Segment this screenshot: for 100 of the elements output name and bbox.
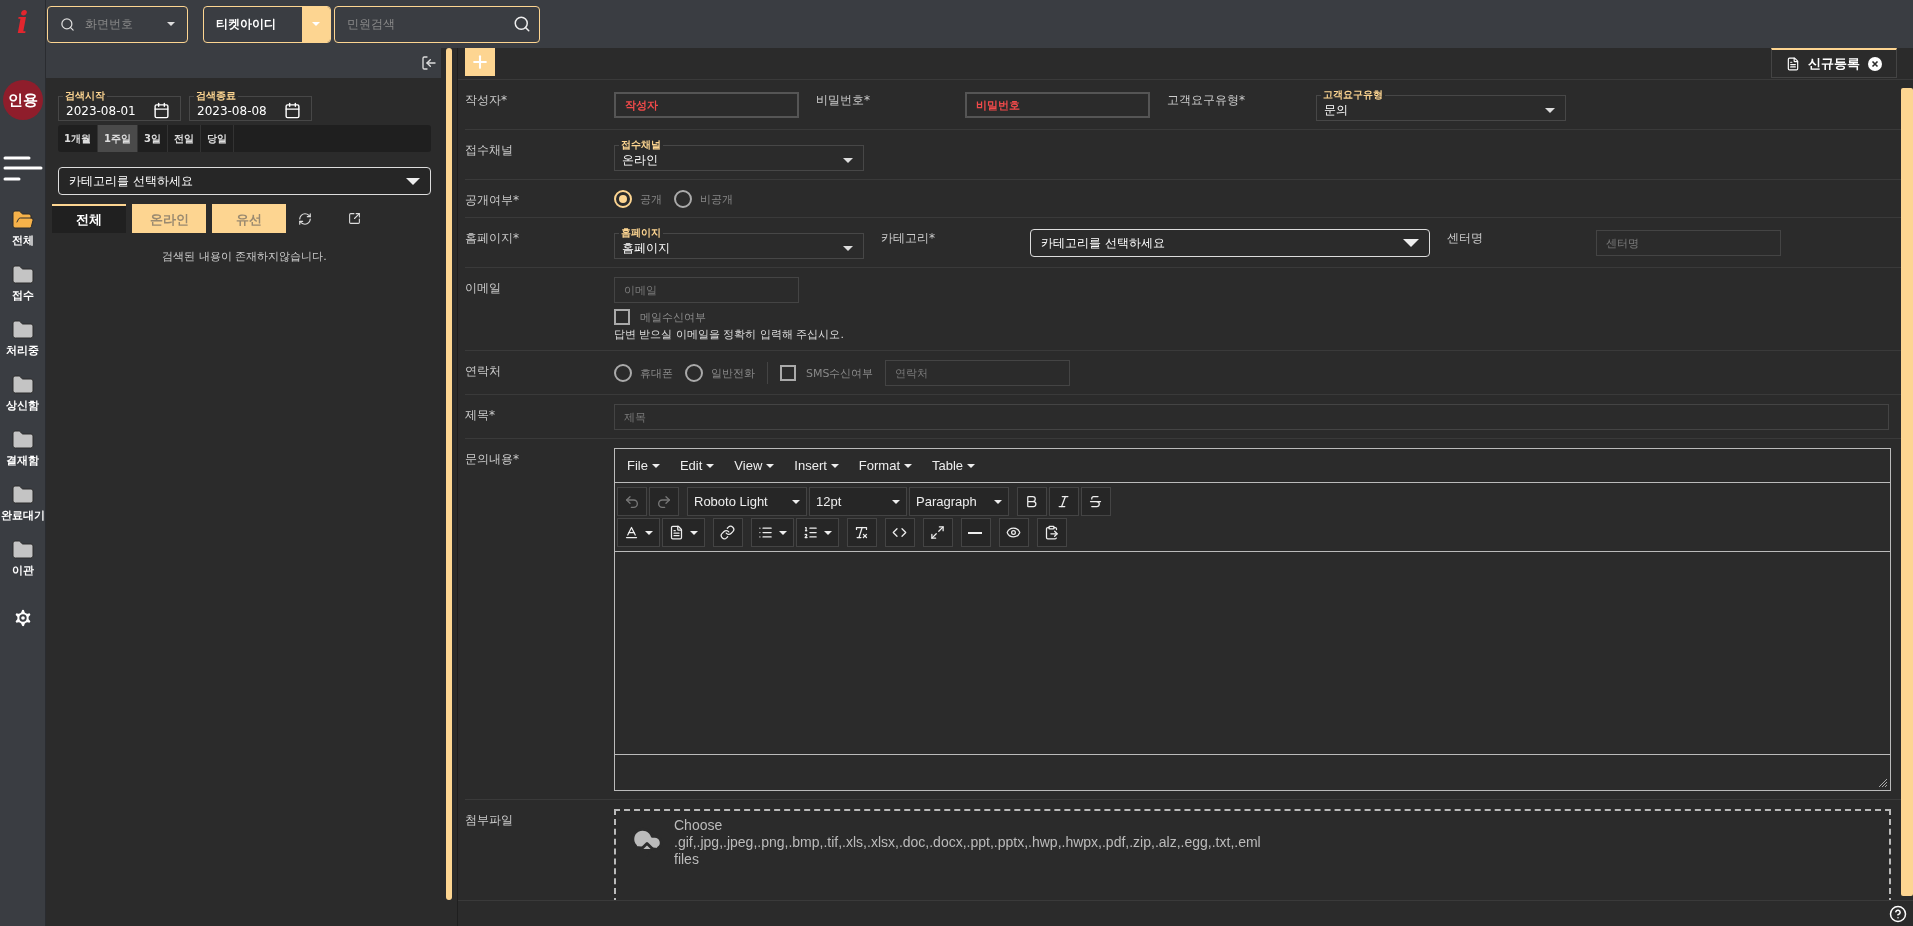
- input-field[interactable]: 비밀번호: [965, 92, 1150, 118]
- highlight-color-button[interactable]: [662, 518, 705, 547]
- caret-icon: [766, 463, 775, 468]
- user-avatar[interactable]: 인용: [2, 80, 43, 120]
- input-field[interactable]: 센터명: [1596, 230, 1781, 256]
- input-field[interactable]: 연락처: [885, 360, 1071, 386]
- scrollbar-thumb[interactable]: [446, 48, 452, 900]
- field-label: 이메일: [465, 280, 502, 297]
- search-icon[interactable]: [513, 15, 531, 33]
- nav-item[interactable]: 완료대기: [0, 483, 46, 538]
- checkbox[interactable]: SMS수신여부: [780, 365, 874, 381]
- menu-item[interactable]: View: [728, 458, 781, 473]
- numbered-list-icon: [803, 525, 818, 540]
- code-button[interactable]: [885, 518, 915, 547]
- folder-icon: [10, 483, 35, 507]
- page-tab[interactable]: 신규등록: [1771, 48, 1897, 78]
- search-icon: [60, 16, 75, 32]
- dropdown[interactable]: Paragraph: [909, 487, 1009, 516]
- nav-item[interactable]: 전체: [0, 208, 46, 263]
- calendar-icon[interactable]: [284, 102, 301, 119]
- caret-icon: [830, 463, 839, 468]
- menu-item[interactable]: Insert: [788, 458, 845, 473]
- plus-icon: [470, 52, 490, 72]
- select-field[interactable]: 카테고리를 선택하세요: [1030, 229, 1430, 257]
- channel-tab[interactable]: 전체: [52, 204, 126, 233]
- period-tab[interactable]: 1개월: [58, 125, 98, 152]
- checkbox[interactable]: 메일수신여부: [614, 309, 706, 325]
- document-icon: [1786, 56, 1800, 71]
- period-tab[interactable]: 전일: [167, 125, 201, 152]
- input-field[interactable]: 제목: [614, 404, 1889, 430]
- horizontal-line-button[interactable]: [961, 518, 991, 547]
- input-field[interactable]: 작성자: [614, 92, 799, 118]
- upload-text: Choose: [674, 817, 724, 834]
- input-field[interactable]: 이메일: [614, 277, 799, 303]
- external-link-icon[interactable]: [348, 212, 361, 225]
- radio-button[interactable]: 공개: [614, 190, 662, 208]
- field-label: 비밀번호*: [816, 92, 871, 109]
- link-icon: [720, 525, 735, 540]
- upload-text: .gif,.jpg,.jpeg,.png,.bmp,.tif,.xls,.xlsx,.doc,.docx,.ppt,.pptx,.hwp,.hwpx,.pdf,.zip,.alz,.egg,.txt,.eml: [674, 834, 1261, 851]
- bullet-list-button[interactable]: [751, 518, 794, 547]
- close-icon[interactable]: [1868, 56, 1882, 71]
- help-icon[interactable]: [1889, 904, 1907, 923]
- nav-item[interactable]: 이관: [0, 538, 46, 593]
- menu-item[interactable]: Edit: [673, 458, 721, 473]
- radio-button[interactable]: 비공개: [674, 190, 733, 208]
- file-drop-zone[interactable]: Choose .gif,.jpg,.jpeg,.png,.bmp,.tif,.xls,.xlsx,.doc,.docx,.ppt,.pptx,.hwp,.hwpx,.pdf,.zip,.alz,.egg,.txt,.eml files: [614, 809, 1891, 900]
- paste-button[interactable]: [1037, 518, 1067, 547]
- nav-item[interactable]: 접수: [0, 263, 46, 318]
- caret-icon: [167, 22, 175, 26]
- fullscreen-button[interactable]: [923, 518, 953, 547]
- bullet-list-icon: [758, 525, 773, 540]
- strikethrough-icon: [1088, 494, 1103, 509]
- field-label: 카테고리*: [881, 230, 936, 247]
- undo-icon: [624, 493, 640, 510]
- preview-button[interactable]: [999, 518, 1029, 547]
- field-label: 센터명: [1447, 230, 1484, 247]
- menu-icon[interactable]: [2, 156, 43, 182]
- caret-icon: [824, 530, 832, 535]
- hint-text: 답변 받으실 이메일을 정확히 입력해 주십시오.: [614, 327, 844, 342]
- field-label: 첨부파일: [465, 812, 514, 829]
- search-type-select[interactable]: 티켓아이디: [203, 5, 331, 43]
- calendar-icon[interactable]: [153, 102, 170, 119]
- caret-icon: [967, 463, 976, 468]
- radio-button[interactable]: 휴대폰: [614, 364, 673, 382]
- radio-button[interactable]: 일반전화: [685, 364, 755, 382]
- caret-icon: [651, 463, 660, 468]
- period-tab[interactable]: 1주일: [97, 125, 138, 152]
- field-label: 고객요구유형*: [1167, 92, 1246, 109]
- period-tab[interactable]: 당일: [200, 125, 234, 152]
- caret-icon: [706, 463, 715, 468]
- numbered-list-button[interactable]: [796, 518, 839, 547]
- refresh-icon[interactable]: [298, 211, 312, 226]
- bold-button[interactable]: [1017, 487, 1047, 516]
- menu-item[interactable]: Format: [852, 458, 918, 473]
- nav-item[interactable]: 처리중: [0, 318, 46, 373]
- dropdown[interactable]: Roboto Light: [687, 487, 807, 516]
- field-label: 홈페이지*: [465, 230, 520, 247]
- horizontal-line-icon: [968, 531, 982, 534]
- clear-format-button[interactable]: [847, 518, 877, 547]
- link-button[interactable]: [713, 518, 743, 547]
- nav-item[interactable]: 결재함: [0, 428, 46, 483]
- caret-icon: [792, 499, 800, 504]
- exit-panel-icon[interactable]: [421, 55, 437, 71]
- menu-item[interactable]: File: [621, 458, 666, 473]
- caret-icon: [645, 530, 653, 535]
- code-icon: [892, 525, 907, 540]
- strikethrough-button[interactable]: [1081, 487, 1111, 516]
- period-tab[interactable]: 3일: [137, 125, 168, 152]
- folder-icon: [10, 538, 35, 562]
- text-color-button[interactable]: [617, 518, 660, 547]
- resize-handle-icon[interactable]: [1879, 779, 1887, 787]
- nav-item[interactable]: 상신함: [0, 373, 46, 428]
- preview-icon: [1006, 525, 1021, 540]
- field-label: 접수채널: [465, 142, 514, 159]
- scrollbar-thumb[interactable]: [1901, 88, 1913, 896]
- category-select[interactable]: 카테고리를 선택하세요: [58, 167, 431, 195]
- italic-button[interactable]: [1049, 487, 1079, 516]
- menu-item[interactable]: Table: [926, 458, 982, 473]
- caret-icon: [843, 157, 853, 163]
- dropdown[interactable]: 12pt: [809, 487, 907, 516]
